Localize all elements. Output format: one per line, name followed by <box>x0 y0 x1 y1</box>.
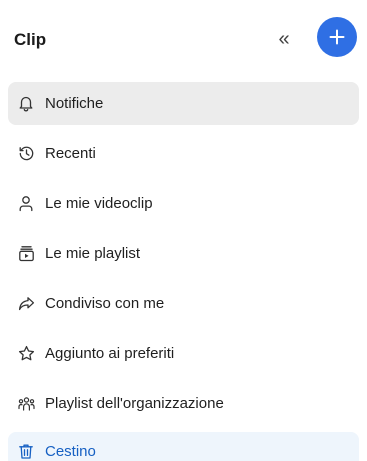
sidebar-item-aggiunto-ai-preferiti[interactable]: Aggiunto ai preferiti <box>8 332 359 375</box>
sidebar-item-le-mie-playlist[interactable]: Le mie playlist <box>8 232 359 275</box>
sidebar-item-label: Cestino <box>45 442 96 460</box>
history-icon <box>17 145 35 163</box>
sidebar-item-label: Condiviso con me <box>45 295 165 312</box>
sidebar-item-label: Le mie playlist <box>45 245 141 262</box>
plus-icon <box>329 29 345 45</box>
person-icon <box>17 195 35 213</box>
add-clip-button[interactable] <box>317 17 357 57</box>
sidebar-item-label: Notifiche <box>45 95 104 112</box>
sidebar-item-cestino[interactable]: Cestino <box>8 432 359 461</box>
bell-icon <box>17 95 35 113</box>
collapse-sidebar-button[interactable]: « <box>268 26 300 52</box>
sidebar-item-label: Recenti <box>45 145 96 162</box>
sidebar-item-le-mie-videoclip[interactable]: Le mie videoclip <box>8 182 359 225</box>
sidebar-header: Clip « <box>0 0 367 80</box>
sidebar-item-label: Aggiunto ai preferiti <box>45 345 175 362</box>
panel-title: Clip <box>14 30 47 49</box>
sidebar-item-condiviso-con-me[interactable]: Condiviso con me <box>8 282 359 325</box>
people-group-icon <box>17 395 35 413</box>
double-chevron-left-icon: « <box>278 27 290 50</box>
clip-sidebar-panel: Clip « Notifiche Recenti Le mie videocli… <box>0 0 367 461</box>
sidebar-item-label: Playlist dell'organizzazione <box>45 395 224 412</box>
sidebar-nav: Notifiche Recenti Le mie videoclip Le mi… <box>8 82 359 461</box>
share-icon <box>17 295 35 313</box>
sidebar-item-playlist-organizzazione[interactable]: Playlist dell'organizzazione <box>8 382 359 425</box>
trash-icon <box>17 442 35 460</box>
sidebar-item-recenti[interactable]: Recenti <box>8 132 359 175</box>
sidebar-item-label: Le mie videoclip <box>45 195 153 212</box>
sidebar-item-notifiche[interactable]: Notifiche <box>8 82 359 125</box>
star-icon <box>17 345 35 363</box>
playlist-icon <box>17 245 35 263</box>
